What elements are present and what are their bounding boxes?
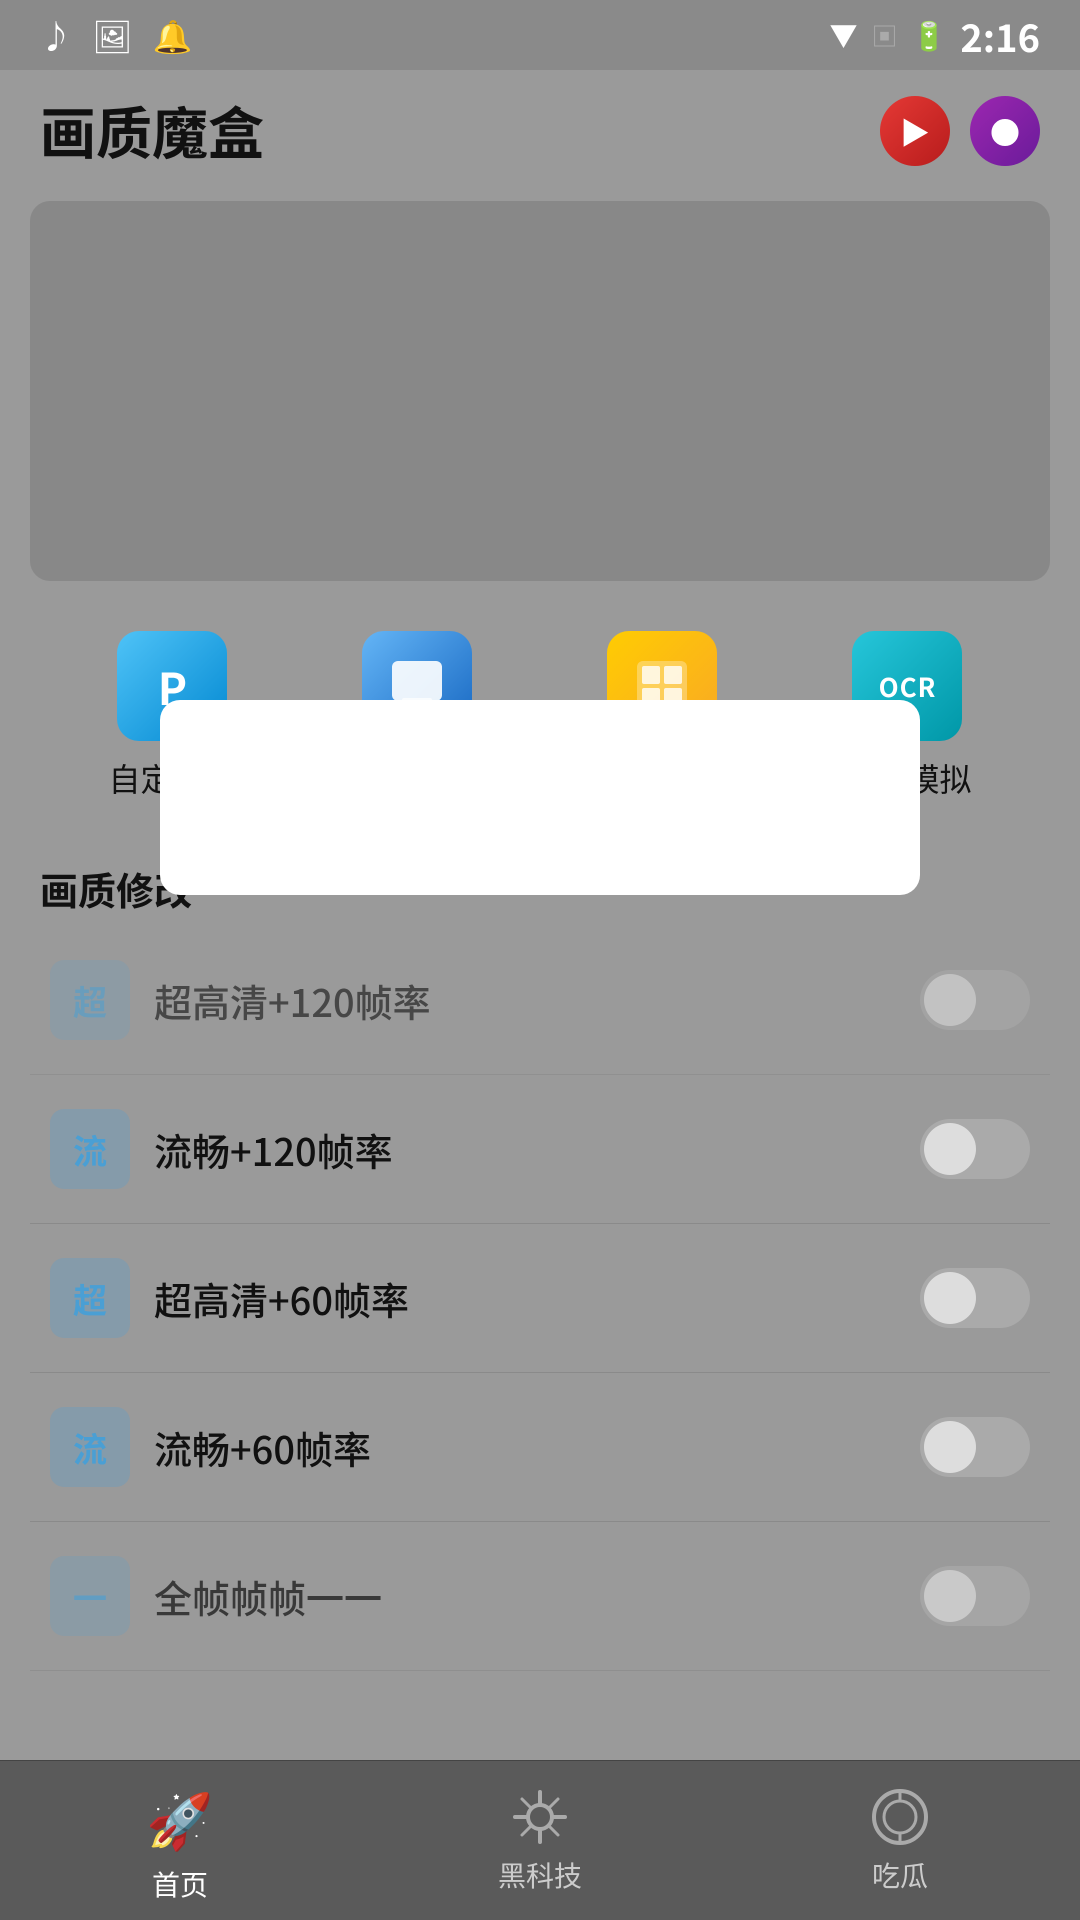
header-icons: ▶ ● xyxy=(880,96,1040,166)
modal-box xyxy=(160,700,920,895)
play-button[interactable]: ▶ xyxy=(880,96,950,166)
toggle-ultra-hd-60[interactable] xyxy=(920,1268,1030,1328)
nav-item-tech[interactable]: 黑科技 xyxy=(360,1787,720,1895)
eatmelon-label: 吃瓜 xyxy=(872,1855,928,1895)
status-bar: ♪ 🖼 🔔 ▼ ▣ 🔋 2:16 xyxy=(0,0,1080,70)
eatmelon-icon xyxy=(870,1787,930,1847)
grape-button[interactable]: ● xyxy=(970,96,1040,166)
toggle-ultra-hd-120[interactable] xyxy=(920,970,1030,1030)
bell-icon: 🔔 xyxy=(153,12,193,58)
quality-badge-smooth-120: 流 xyxy=(50,1109,130,1189)
toggle-smooth-60[interactable] xyxy=(920,1417,1030,1477)
tech-icon xyxy=(510,1787,570,1847)
image-icon: 🖼 xyxy=(92,12,133,58)
bottom-nav: 🚀 首页 黑科技 吃瓜 xyxy=(0,1760,1080,1920)
status-bar-right: ▼ ▣ 🔋 2:16 xyxy=(829,8,1040,63)
app-header: 画质魔盒 ▶ ● xyxy=(0,70,1080,191)
battery-icon: 🔋 xyxy=(912,15,947,55)
wifi-icon: ▼ xyxy=(829,15,857,55)
home-rocket-icon: 🚀 xyxy=(146,1777,213,1856)
tech-label: 黑科技 xyxy=(498,1855,582,1895)
quality-item-smooth-60[interactable]: 流 流畅+60帧率 xyxy=(30,1373,1050,1522)
quality-item-ultra-hd-120[interactable]: 超 超高清+120帧率 xyxy=(30,926,1050,1075)
tiktok-icon: ♪ xyxy=(40,12,72,58)
quality-badge-other: 一 xyxy=(50,1556,130,1636)
quality-name-other: 全帧帧帧一一 xyxy=(154,1569,896,1624)
quality-badge-smooth-60: 流 xyxy=(50,1407,130,1487)
toggle-other[interactable] xyxy=(920,1566,1030,1626)
toggle-smooth-120[interactable] xyxy=(920,1119,1030,1179)
nav-item-home[interactable]: 🚀 首页 xyxy=(0,1777,360,1904)
quality-badge-ultra-hd-120: 超 xyxy=(50,960,130,1040)
status-bar-left: ♪ 🖼 🔔 xyxy=(40,12,192,58)
quality-name-ultra-hd-60: 超高清+60帧率 xyxy=(154,1271,896,1326)
quality-item-ultra-hd-60[interactable]: 超 超高清+60帧率 xyxy=(30,1224,1050,1373)
banner-area xyxy=(30,201,1050,581)
sim-icon: ▣ xyxy=(871,17,897,54)
quality-item-other[interactable]: 一 全帧帧帧一一 xyxy=(30,1522,1050,1671)
home-label: 首页 xyxy=(152,1864,208,1904)
clock: 2:16 xyxy=(960,8,1040,63)
app-title: 画质魔盒 xyxy=(40,90,264,171)
quality-name-smooth-120: 流畅+120帧率 xyxy=(154,1122,896,1177)
quality-badge-ultra-hd-60: 超 xyxy=(50,1258,130,1338)
ocr-text: OCR xyxy=(879,668,937,705)
main-container: 画质魔盒 ▶ ● P 自定画质 修复闪退 xyxy=(0,70,1080,1920)
nav-item-eatmelon[interactable]: 吃瓜 xyxy=(720,1787,1080,1895)
quality-name-smooth-60: 流畅+60帧率 xyxy=(154,1420,896,1475)
quality-item-smooth-120[interactable]: 流 流畅+120帧率 xyxy=(30,1075,1050,1224)
quality-name-ultra-hd-120: 超高清+120帧率 xyxy=(154,973,896,1028)
